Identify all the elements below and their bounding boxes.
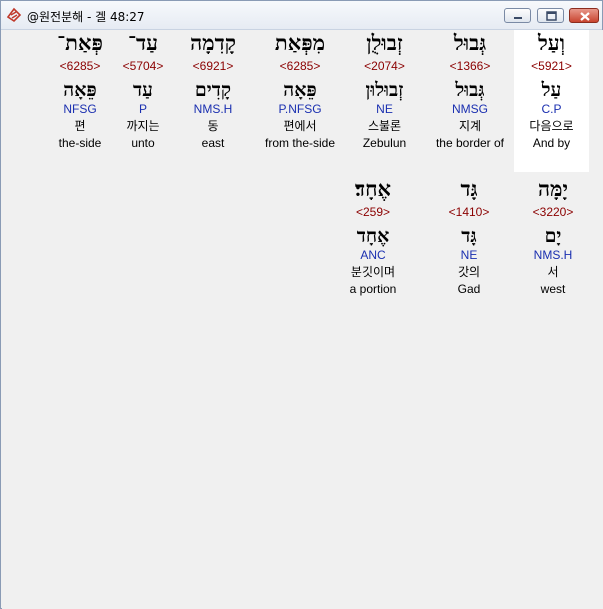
lemma: זְבוּלוּן: [365, 79, 404, 101]
word-block[interactable]: עַד־ <5704> עַד P 까지는 unto: [115, 30, 171, 151]
strong-number[interactable]: <6285>: [257, 58, 343, 74]
korean-gloss: 까지는: [126, 119, 160, 133]
strong-number[interactable]: <3220>: [517, 204, 589, 220]
app-window: @원전분해 - 겔 48:27 וְעַל <5921> עַל C.P 다음으…: [0, 0, 603, 609]
morphology-code: C.P: [541, 102, 562, 116]
maximize-button[interactable]: [537, 8, 564, 23]
lemma: עַד: [133, 79, 153, 101]
korean-gloss: 지계: [458, 119, 482, 133]
english-gloss: Gad: [457, 282, 481, 296]
lemma: גְּבוּל: [455, 79, 485, 101]
analysis-panel: וְעַל <5921> עַל C.P 다음으로 And by גְּבוּל…: [2, 30, 603, 609]
hebrew-word: וְעַל: [537, 30, 566, 55]
lemma: עַל: [541, 79, 562, 101]
strong-number[interactable]: <1410>: [434, 204, 504, 220]
morphology-code: ANC: [360, 248, 386, 262]
strong-number[interactable]: <6921>: [177, 58, 249, 74]
strong-number[interactable]: <5704>: [115, 58, 171, 74]
strong-number[interactable]: <6285>: [50, 58, 110, 74]
app-logo-icon: [6, 7, 22, 23]
lemma: גָּד: [461, 225, 477, 247]
word-block[interactable]: אֶחָד׃ <259> אֶחָד ANC 분깃이며 a portion: [335, 176, 411, 297]
korean-gloss: 편: [74, 119, 86, 133]
korean-gloss: 다음으로: [529, 119, 574, 133]
lemma: קָדִים: [194, 79, 232, 101]
word-block[interactable]: גָּד <1410> גָּד NE 갓의 Gad: [434, 176, 504, 297]
morphology-code: NMS.H: [533, 248, 573, 262]
english-gloss: And by: [532, 136, 571, 150]
strong-number[interactable]: <259>: [335, 204, 411, 220]
english-gloss: the border of: [435, 136, 505, 150]
lemma: אֶחָד: [356, 225, 390, 247]
close-button[interactable]: [569, 8, 599, 23]
hebrew-word: יָמָּה: [537, 176, 569, 201]
english-gloss: Zebulun: [362, 136, 407, 150]
hebrew-word: זְבוּלֻן: [366, 30, 403, 55]
morphology-code: NMS.H: [193, 102, 233, 116]
word-block[interactable]: קָדִמָה <6921> קָדִים NMS.H 동 east: [177, 30, 249, 151]
strong-number[interactable]: <1366>: [430, 58, 510, 74]
lemma: פֵּאָה: [63, 79, 97, 101]
hebrew-word: גָּד: [460, 176, 478, 201]
korean-gloss: 서: [547, 265, 559, 279]
morphology-code: P.NFSG: [278, 102, 322, 116]
word-block[interactable]: יָמָּה <3220> יָם NMS.H 서 west: [517, 176, 589, 297]
minimize-button[interactable]: [504, 8, 531, 23]
korean-gloss: 분깃이며: [350, 265, 396, 279]
korean-gloss: 편에서: [283, 119, 317, 133]
morphology-code: P: [138, 102, 147, 116]
morphology-code: NMSG: [452, 102, 488, 116]
lemma: פֵּאָה: [283, 79, 317, 101]
hebrew-word: פְּאַת־: [57, 30, 103, 55]
window-title: @원전분해 - 겔 48:27: [27, 10, 145, 24]
korean-gloss: 스불론: [367, 119, 402, 133]
hebrew-word: אֶחָד׃: [354, 176, 391, 201]
strong-number[interactable]: <5921>: [514, 58, 589, 74]
english-gloss: unto: [131, 136, 155, 150]
english-gloss: the-side: [58, 136, 102, 150]
word-block[interactable]: וְעַל <5921> עַל C.P 다음으로 And by: [514, 30, 589, 172]
morphology-code: NFSG: [63, 102, 97, 116]
english-gloss: from the-side: [264, 136, 336, 150]
word-block[interactable]: זְבוּלֻן <2074> זְבוּלוּן NE 스불론 Zebulun: [347, 30, 422, 151]
hebrew-word: מִפְּאַת: [274, 30, 326, 55]
title-bar[interactable]: @원전분해 - 겔 48:27: [1, 1, 602, 30]
strong-number[interactable]: <2074>: [347, 58, 422, 74]
english-gloss: a portion: [349, 282, 397, 296]
korean-gloss: 동: [207, 119, 219, 133]
word-block[interactable]: מִפְּאַת <6285> פֵּאָה P.NFSG 편에서 from t…: [257, 30, 343, 151]
word-block[interactable]: פְּאַת־ <6285> פֵּאָה NFSG 편 the-side: [50, 30, 110, 151]
morphology-code: NE: [460, 248, 478, 262]
korean-gloss: 갓의: [457, 265, 481, 279]
hebrew-word: עַד־: [127, 30, 159, 55]
word-block[interactable]: גְּבוּל <1366> גְּבוּל NMSG 지계 the borde…: [430, 30, 510, 151]
lemma: יָם: [544, 225, 562, 247]
english-gloss: west: [540, 282, 566, 296]
english-gloss: east: [201, 136, 225, 150]
hebrew-word: קָדִמָה: [190, 30, 236, 55]
hebrew-word: גְּבוּל: [453, 30, 487, 55]
morphology-code: NE: [376, 102, 393, 116]
